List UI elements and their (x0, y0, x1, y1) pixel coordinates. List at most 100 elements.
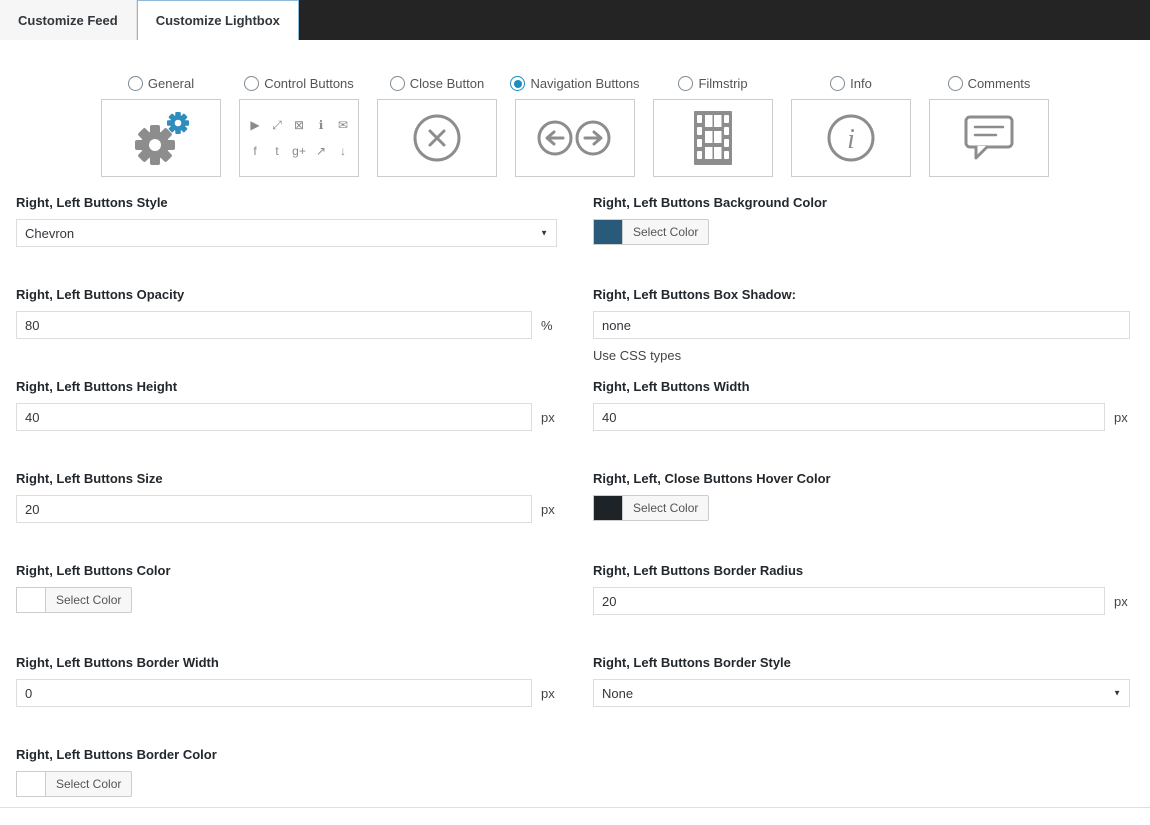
radio-input-close-button[interactable] (390, 76, 405, 91)
buttons-color-picker[interactable]: Select Color (16, 587, 557, 613)
tab-bar: Customize Feed Customize Lightbox (0, 0, 1150, 40)
border-radius-label: Right, Left Buttons Border Radius (593, 563, 1130, 578)
radio-label-info: Info (850, 76, 872, 91)
general-icon-box[interactable] (101, 99, 221, 177)
background-color-swatch (593, 219, 623, 245)
info-circle-icon: i (823, 110, 879, 166)
buttons-style-value: Chevron (25, 226, 74, 241)
googleplus-icon: g+ (291, 144, 307, 158)
tab-customize-feed[interactable]: Customize Feed (0, 0, 137, 40)
tab-customize-lightbox[interactable]: Customize Lightbox (137, 0, 299, 40)
field-buttons-color: Right, Left Buttons Color Select Color (16, 563, 557, 613)
radio-control-buttons[interactable]: Control Buttons (244, 76, 354, 91)
navigation-buttons-icon-box[interactable] (515, 99, 635, 177)
buttons-size-label: Right, Left Buttons Size (16, 471, 557, 486)
opacity-unit: % (541, 318, 557, 333)
expand-icon: ⊠ (291, 118, 307, 132)
bottom-divider (0, 807, 1150, 808)
close-circle-icon (409, 110, 465, 166)
box-shadow-input[interactable] (593, 311, 1130, 339)
radio-close-button[interactable]: Close Button (390, 76, 484, 91)
border-color-label: Right, Left Buttons Border Color (16, 747, 557, 762)
share-icon: ↗ (313, 144, 329, 158)
field-buttons-width: Right, Left Buttons Width px (593, 379, 1130, 431)
twitter-icon: t (269, 144, 285, 158)
radio-input-info[interactable] (830, 76, 845, 91)
field-border-width: Right, Left Buttons Border Width px (16, 655, 557, 707)
hover-color-picker[interactable]: Select Color (593, 495, 1130, 521)
radio-filmstrip[interactable]: Filmstrip (678, 76, 747, 91)
section-navigation-buttons: Navigation Buttons (514, 76, 636, 177)
field-hover-color: Right, Left, Close Buttons Hover Color S… (593, 471, 1130, 521)
border-color-swatch (16, 771, 46, 797)
background-color-picker[interactable]: Select Color (593, 219, 1130, 245)
border-color-picker[interactable]: Select Color (16, 771, 557, 797)
opacity-label: Right, Left Buttons Opacity (16, 287, 557, 302)
radio-input-navigation-buttons[interactable] (510, 76, 525, 91)
field-border-color: Right, Left Buttons Border Color Select … (16, 747, 557, 797)
border-style-label: Right, Left Buttons Border Style (593, 655, 1130, 670)
buttons-style-select[interactable]: Chevron (16, 219, 557, 247)
radio-label-general: General (148, 76, 194, 91)
buttons-size-input[interactable] (16, 495, 532, 523)
radio-input-comments[interactable] (948, 76, 963, 91)
radio-general[interactable]: General (128, 76, 194, 91)
facebook-icon: f (247, 144, 263, 158)
hover-color-swatch (593, 495, 623, 521)
buttons-style-label: Right, Left Buttons Style (16, 195, 557, 210)
border-select-color-button[interactable]: Select Color (45, 771, 132, 797)
buttons-height-input[interactable] (16, 403, 532, 431)
field-border-radius: Right, Left Buttons Border Radius px (593, 563, 1130, 615)
radio-label-close-button: Close Button (410, 76, 484, 91)
control-buttons-icon-box[interactable]: ▶ ⤢ ⊠ ℹ ✉ f t g+ ↗ ↓ (239, 99, 359, 177)
fullscreen-icon: ⤢ (269, 118, 285, 132)
buttons-height-label: Right, Left Buttons Height (16, 379, 557, 394)
background-select-color-button[interactable]: Select Color (622, 219, 709, 245)
radio-label-comments: Comments (968, 76, 1031, 91)
radio-label-navigation-buttons: Navigation Buttons (530, 76, 639, 91)
border-width-input[interactable] (16, 679, 532, 707)
field-box-shadow: Right, Left Buttons Box Shadow: Use CSS … (593, 287, 1130, 363)
buttons-select-color-button[interactable]: Select Color (45, 587, 132, 613)
buttons-width-input[interactable] (593, 403, 1105, 431)
section-comments: Comments (928, 76, 1050, 177)
filmstrip-icon (685, 110, 741, 166)
info-small-icon: ℹ (313, 118, 329, 132)
email-icon: ✉ (335, 118, 351, 132)
radio-input-general[interactable] (128, 76, 143, 91)
radio-comments[interactable]: Comments (948, 76, 1031, 91)
info-icon-box[interactable]: i (791, 99, 911, 177)
border-radius-unit: px (1114, 594, 1130, 609)
comments-icon-box[interactable] (929, 99, 1049, 177)
lightbox-settings-form: Right, Left Buttons Style Chevron Right,… (0, 195, 1150, 797)
box-shadow-helper: Use CSS types (593, 348, 1130, 363)
buttons-height-unit: px (541, 410, 557, 425)
section-close-button: Close Button (376, 76, 498, 177)
hover-select-color-button[interactable]: Select Color (622, 495, 709, 521)
box-shadow-label: Right, Left Buttons Box Shadow: (593, 287, 1130, 302)
opacity-input[interactable] (16, 311, 532, 339)
radio-navigation-buttons[interactable]: Navigation Buttons (510, 76, 639, 91)
radio-input-control-buttons[interactable] (244, 76, 259, 91)
gear-icon (126, 108, 196, 168)
radio-label-filmstrip: Filmstrip (698, 76, 747, 91)
buttons-size-unit: px (541, 502, 557, 517)
border-width-label: Right, Left Buttons Border Width (16, 655, 557, 670)
play-icon: ▶ (247, 118, 263, 132)
section-info: Info i (790, 76, 912, 177)
buttons-color-swatch (16, 587, 46, 613)
nav-arrows-icon (534, 116, 616, 160)
field-background-color: Right, Left Buttons Background Color Sel… (593, 195, 1130, 245)
buttons-color-label: Right, Left Buttons Color (16, 563, 557, 578)
border-width-unit: px (541, 686, 557, 701)
border-style-select[interactable]: None (593, 679, 1130, 707)
radio-input-filmstrip[interactable] (678, 76, 693, 91)
buttons-width-unit: px (1114, 410, 1130, 425)
border-radius-input[interactable] (593, 587, 1105, 615)
radio-info[interactable]: Info (830, 76, 872, 91)
download-icon: ↓ (335, 144, 351, 158)
close-button-icon-box[interactable] (377, 99, 497, 177)
filmstrip-icon-box[interactable] (653, 99, 773, 177)
field-buttons-style: Right, Left Buttons Style Chevron (16, 195, 557, 247)
section-control-buttons: Control Buttons ▶ ⤢ ⊠ ℹ ✉ f t g+ ↗ ↓ (238, 76, 360, 177)
